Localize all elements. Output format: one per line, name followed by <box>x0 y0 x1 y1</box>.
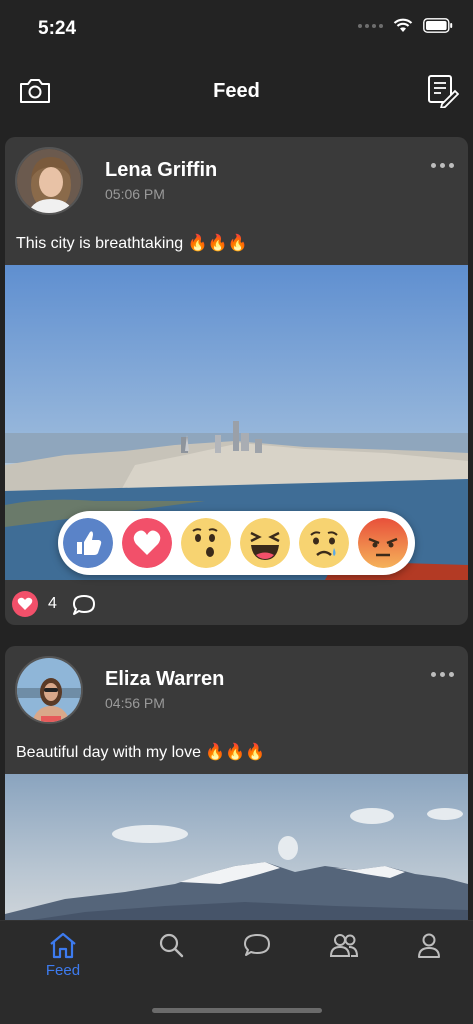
tab-feed[interactable]: Feed <box>18 921 108 991</box>
more-options-button[interactable] <box>431 672 454 677</box>
home-indicator <box>152 1008 322 1013</box>
tab-friends[interactable] <box>299 921 389 991</box>
status-bar: 5:24 <box>0 0 473 56</box>
sad-reaction-icon[interactable] <box>299 518 349 568</box>
post-time: 05:06 PM <box>105 186 165 202</box>
post-text: This city is breathtaking 🔥🔥🔥 <box>16 235 248 252</box>
author-name[interactable]: Eliza Warren <box>105 668 224 691</box>
avatar[interactable] <box>15 656 83 724</box>
post-image[interactable] <box>5 774 468 936</box>
angry-reaction-icon[interactable] <box>358 518 408 568</box>
love-reaction-icon[interactable] <box>122 518 172 568</box>
profile-icon <box>418 933 440 958</box>
love-count-icon[interactable] <box>12 591 38 617</box>
author-name[interactable]: Lena Griffin <box>105 159 217 182</box>
compose-icon[interactable] <box>427 74 459 108</box>
reaction-picker <box>58 511 415 575</box>
tab-label: Feed <box>45 962 81 979</box>
haha-reaction-icon[interactable] <box>240 518 290 568</box>
wow-reaction-icon[interactable] <box>181 518 231 568</box>
chat-icon <box>244 934 270 956</box>
battery-icon <box>423 18 453 33</box>
post-footer: 4 <box>5 587 468 625</box>
tab-messages[interactable] <box>212 921 302 991</box>
tab-search[interactable] <box>126 921 216 991</box>
comment-icon[interactable] <box>71 593 97 617</box>
friends-icon <box>329 934 359 957</box>
nav-bar: Feed <box>0 66 473 118</box>
signal-icon <box>358 23 383 28</box>
post-card: Eliza Warren 04:56 PM Beautiful day with… <box>5 646 468 936</box>
home-icon <box>50 932 76 959</box>
avatar[interactable] <box>15 147 83 215</box>
post-time: 04:56 PM <box>105 695 165 711</box>
more-options-button[interactable] <box>431 163 454 168</box>
like-reaction-icon[interactable] <box>63 518 113 568</box>
page-title: Feed <box>213 80 260 102</box>
reaction-count: 4 <box>48 595 57 612</box>
wifi-icon <box>393 18 413 32</box>
search-icon <box>159 933 184 958</box>
status-time: 5:24 <box>38 18 77 39</box>
post-card: Lena Griffin 05:06 PM This city is breat… <box>5 137 468 625</box>
tab-profile[interactable] <box>384 921 473 991</box>
post-text: Beautiful day with my love 🔥🔥🔥 <box>16 744 266 761</box>
